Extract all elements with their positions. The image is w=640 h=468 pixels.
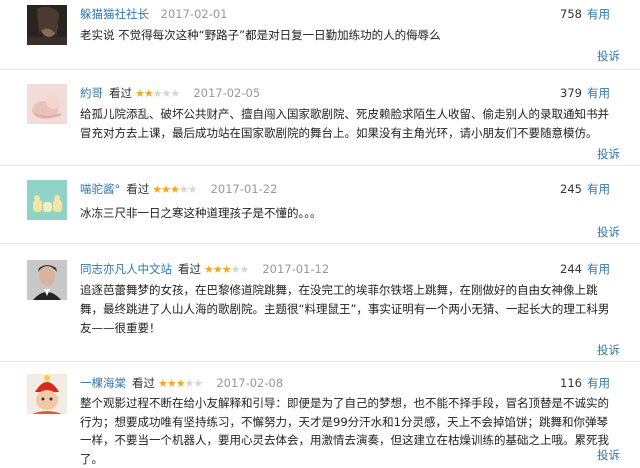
seen-label: 看过 [109,86,132,100]
seen-label: 看过 [126,182,150,196]
report-link[interactable]: 投诉 [597,146,620,162]
avatar[interactable] [27,374,67,414]
review-list: 躲猫猫社社长 2017-02-01 758 有用 老实说 不觉得每次这种“野路子”… [0,0,640,466]
username-link[interactable]: 一棵海棠 [80,376,126,390]
vote-area: 245 有用 [560,180,610,198]
review-header: 一棵海棠 看过 ★★★★★ 2017-02-08 116 有用 [80,374,610,392]
vote-count: 245 [560,182,582,196]
review-header: 喵驼酱° 看过 ★★★★★ 2017-01-22 245 有用 [80,180,610,198]
useful-button[interactable]: 有用 [587,182,610,196]
useful-button[interactable]: 有用 [587,7,610,21]
review-date: 2017-01-22 [210,182,278,196]
divider [0,165,640,166]
vote-count: 116 [560,376,582,390]
username-link[interactable]: 約哥 [80,86,103,100]
divider [0,243,640,244]
vote-area: 379 有用 [560,84,610,102]
review-header: 同志亦凡人中文站 看过 ★★★★★ 2017-01-12 244 有用 [80,260,610,278]
username-link[interactable]: 喵驼酱° [80,182,120,196]
review-text: 追逐芭蕾舞梦的女孩，在巴黎修道院跳舞，在没完工的埃菲尔铁塔上跳舞，在刚做好的自由… [80,283,610,335]
username-link[interactable]: 同志亦凡人中文站 [80,262,172,276]
rating-stars: ★★★★★ [158,377,203,390]
divider [0,69,640,70]
seen-label: 看过 [178,262,201,276]
review-text: 冰冻三尺非一日之寒这种道理孩子是不懂的。。。 [80,206,322,220]
vote-count: 244 [560,262,582,276]
useful-button[interactable]: 有用 [587,86,610,100]
seen-label: 看过 [132,376,155,390]
vote-area: 244 有用 [560,260,610,278]
avatar[interactable] [27,5,67,45]
report-link[interactable]: 投诉 [597,342,620,358]
review-header: 約哥 看过 ★★★★★ 2017-02-05 379 有用 [80,84,610,102]
avatar[interactable] [27,260,67,300]
vote-area: 758 有用 [560,5,610,23]
divider [0,361,640,362]
vote-count: 379 [560,86,582,100]
avatar[interactable] [27,84,67,124]
vote-area: 116 有用 [560,374,610,392]
review-date: 2017-02-08 [216,376,284,390]
rating-stars: ★★★★★ [204,263,249,276]
report-link[interactable]: 投诉 [597,48,620,64]
useful-button[interactable]: 有用 [587,376,610,390]
report-link[interactable]: 投诉 [597,224,620,240]
useful-button[interactable]: 有用 [587,262,610,276]
rating-stars: ★★★★★ [152,183,197,196]
username-link[interactable]: 躲猫猫社社长 [80,7,149,21]
review-date: 2017-01-12 [262,262,330,276]
review-text: 给孤儿院添乱、破坏公共财产、擅自闯入国家歌剧院、死皮赖脸求陌生人收留、偷走别人的… [80,107,609,140]
review-date: 2017-02-05 [193,86,261,100]
review-header: 躲猫猫社社长 2017-02-01 758 有用 [80,5,610,23]
review-text: 整个观影过程不断在给小友解释和引导：即便是为了自己的梦想，也不能不择手段，冒名顶… [80,396,609,466]
rating-stars: ★★★★★ [135,87,180,100]
review-text: 老实说 不觉得每次这种“野路子”都是对日复一日勤加练功的人的侮辱么 [80,28,441,42]
review-date: 2017-02-01 [160,7,228,21]
vote-count: 758 [560,7,582,21]
avatar[interactable] [27,180,67,220]
